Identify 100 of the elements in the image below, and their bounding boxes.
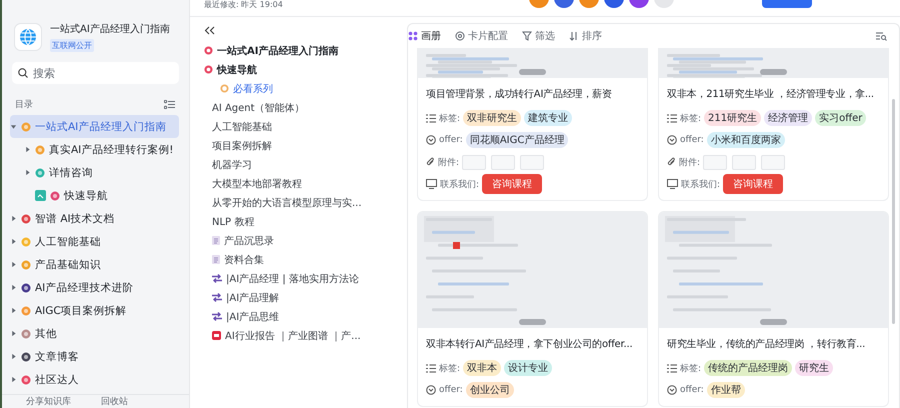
- knowledge-base-title: 一站式AI产品经理入门指南: [50, 22, 170, 36]
- consult-button[interactable]: 咨询课程: [482, 174, 542, 194]
- chevron-circle-icon: [667, 385, 677, 395]
- scrollbar-thumb[interactable]: [892, 99, 895, 324]
- card-title: 项目管理背景，成功转行AI产品经理，薪资: [426, 88, 613, 102]
- footer-action[interactable]: 分享知识库: [26, 395, 71, 408]
- tag: 同花顺AIGC产品经理: [466, 132, 568, 148]
- outline-item[interactable]: 项目案例拆解: [212, 138, 272, 152]
- tag: 设计专业: [504, 360, 552, 376]
- attachment-thumbnail[interactable]: [462, 154, 486, 170]
- attachment-thumbnail[interactable]: [520, 154, 544, 170]
- field-label: 附件:: [438, 156, 460, 168]
- case-card[interactable]: 项目管理背景，成功转行AI产品经理，薪资 标签: 双非研究生 建筑专业 offer: 同花顺AIGC产品经理 附件: 联系我们: 咨询课程: [417, 48, 648, 201]
- tag: 双非研究生: [463, 110, 522, 126]
- outline-item[interactable]: 资料合集: [224, 252, 264, 266]
- tag: 作业帮: [706, 382, 745, 398]
- view-tab[interactable]: 画册: [408, 29, 441, 43]
- collapse-icon[interactable]: [204, 26, 215, 35]
- outline-item[interactable]: 从零开始的大语言模型原理与实...: [212, 196, 362, 210]
- outline-item[interactable]: 机器学习: [212, 158, 252, 172]
- field-label: 联系我们:: [681, 178, 720, 190]
- outline-item[interactable]: 必看系列: [233, 82, 273, 96]
- list-icon: [426, 364, 436, 372]
- tree-item[interactable]: 快速导航: [10, 184, 179, 207]
- chevron-circle-icon: [667, 135, 677, 145]
- list-settings-icon[interactable]: [164, 100, 175, 109]
- case-card[interactable]: 双非本，211研究生毕业 ，经济管理专业，拿... 标签: 211研究生 经济管理 实习offer offer: 小米和百度两家 附件: 联系我们: 咨询课程: [658, 48, 889, 201]
- caret-icon[interactable]: [10, 376, 17, 383]
- caret-icon[interactable]: [10, 330, 17, 337]
- field-label: 附件:: [679, 156, 700, 168]
- field-label: offer:: [680, 385, 704, 395]
- grid-icon: [408, 31, 418, 41]
- report-icon: [212, 331, 221, 340]
- arrows-icon: [212, 312, 222, 321]
- outline-item[interactable]: 人工智能基础: [212, 120, 272, 134]
- tag: 小米和百度两家: [706, 132, 785, 148]
- globe-logo: [14, 23, 42, 51]
- emoji-icon: [21, 260, 31, 270]
- compass-icon: [220, 84, 229, 93]
- search-icon: [18, 68, 28, 78]
- caret-icon[interactable]: [10, 238, 17, 245]
- field-label: offer:: [680, 135, 704, 145]
- attachment-thumbnail[interactable]: [761, 154, 786, 170]
- emoji-icon: [21, 306, 31, 316]
- emoji-icon: [21, 282, 31, 292]
- case-card[interactable]: 双非本转行AI产品经理，拿下创业公司的offer... 标签: 双非本 设计专业 offer: 创业公司: [417, 211, 648, 407]
- caret-icon[interactable]: [10, 307, 17, 314]
- consult-button[interactable]: 咨询课程: [723, 174, 784, 194]
- tree-item[interactable]: 社区达人: [10, 368, 179, 391]
- list-icon: [426, 114, 436, 122]
- tree-item[interactable]: 文章博客: [10, 345, 179, 368]
- arrows-icon: [212, 293, 222, 302]
- case-card[interactable]: 研究生毕业，传统的产品经理岗 ，转行教育... 标签: 传统的产品经理岗 研究生 offer: 作业帮: [658, 211, 889, 407]
- outline-item[interactable]: 大模型本地部署教程: [212, 176, 302, 190]
- tree-item[interactable]: 智谱 AI技术文档: [10, 207, 179, 230]
- tree-item[interactable]: 其他: [10, 322, 179, 345]
- caret-icon[interactable]: [10, 284, 17, 291]
- attachment-thumbnail[interactable]: [732, 154, 756, 170]
- caret-icon[interactable]: [10, 261, 17, 268]
- emoji-icon: [35, 168, 45, 178]
- view-tab[interactable]: 排序: [569, 29, 602, 43]
- field-label: 标签:: [439, 362, 460, 374]
- arrows-icon: [212, 274, 222, 283]
- search-field[interactable]: 搜索: [12, 62, 179, 84]
- tree-item[interactable]: 真实AI产品经理转行案例!: [10, 138, 179, 161]
- footer-action[interactable]: 回收站: [101, 395, 128, 408]
- view-tab[interactable]: 筛选: [522, 29, 555, 43]
- paperclip-icon: [426, 157, 435, 167]
- attachment-thumbnail[interactable]: [491, 154, 516, 170]
- tree-item[interactable]: 人工智能基础: [10, 230, 179, 253]
- tree-item[interactable]: 一站式AI产品经理入门指南: [10, 115, 179, 138]
- list-icon: [667, 364, 677, 372]
- emoji-icon: [21, 374, 31, 384]
- view-tab[interactable]: 卡片配置: [455, 29, 508, 43]
- outline-item[interactable]: AI行业报告 ｜产业图谱 ｜产...: [225, 328, 361, 342]
- emoji-icon: [21, 328, 31, 338]
- search-settings-icon[interactable]: [876, 32, 887, 40]
- outline-item[interactable]: |AI产品经理 | 落地实用方法论: [226, 272, 359, 286]
- caret-icon[interactable]: [10, 353, 17, 360]
- caret-icon[interactable]: [24, 169, 31, 176]
- outline-item[interactable]: |AI产品思维: [226, 310, 280, 324]
- outline-heading[interactable]: 一站式AI产品经理入门指南: [217, 44, 338, 58]
- tag: 研究生: [795, 360, 834, 376]
- search-input[interactable]: 搜索: [33, 62, 173, 84]
- outline-item[interactable]: |AI产品理解: [226, 290, 280, 304]
- outline-item[interactable]: NLP 教程: [212, 214, 254, 228]
- attachment-thumbnail[interactable]: [703, 154, 728, 170]
- outline-heading[interactable]: 快速导航: [217, 62, 257, 76]
- outline-item[interactable]: 产品沉思录: [224, 234, 274, 248]
- caret-icon[interactable]: [10, 123, 17, 130]
- tree-item[interactable]: AIGC项目案例拆解: [10, 299, 179, 322]
- tree-item[interactable]: 详情咨询: [10, 161, 179, 184]
- outline-item[interactable]: AI Agent（智能体）: [212, 100, 305, 114]
- tag: 创业公司: [466, 382, 514, 398]
- caret-icon[interactable]: [24, 146, 31, 153]
- tag: 经济管理: [764, 110, 812, 126]
- tree-item[interactable]: 产品基础知识: [10, 253, 179, 276]
- tree-item[interactable]: AI产品经理技术进阶: [10, 276, 179, 299]
- caret-icon[interactable]: [10, 215, 17, 222]
- field-label: offer:: [439, 385, 463, 395]
